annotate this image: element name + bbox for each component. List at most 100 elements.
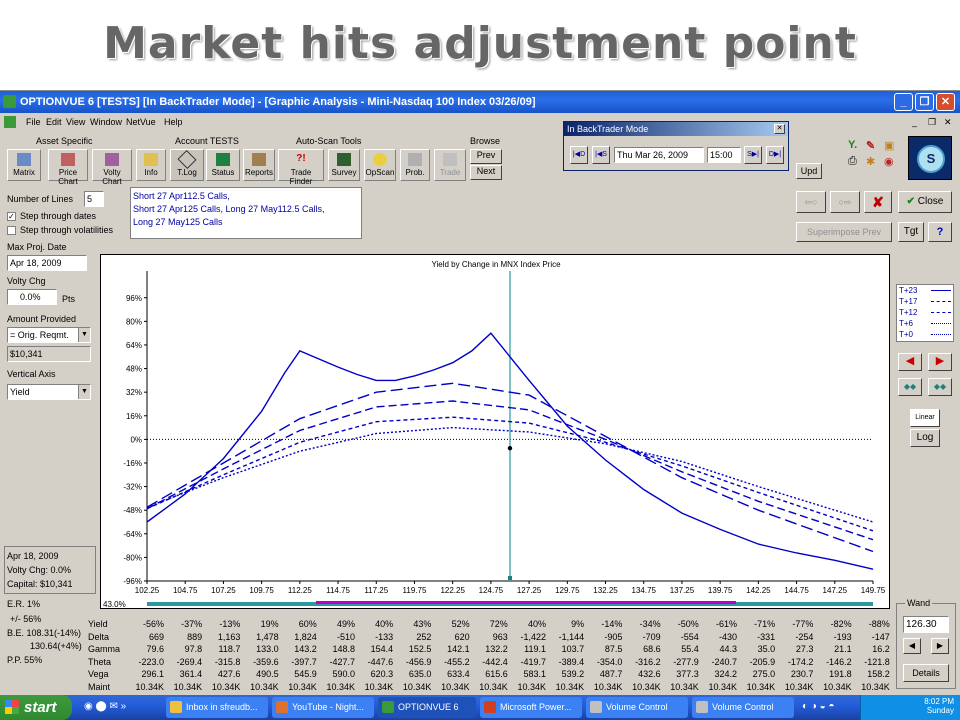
task-volume-1[interactable]: Volume Control: [586, 697, 688, 718]
doc-icon: [4, 116, 16, 128]
step-vols-checkbox[interactable]: [7, 226, 16, 235]
position-line: Long 27 May125 Calls: [133, 217, 223, 227]
trade-finder-button[interactable]: ?! Trade Finder: [278, 149, 324, 186]
arrows-collapse-icon[interactable]: ◆◆: [898, 378, 922, 396]
edit-icon[interactable]: ✎: [866, 139, 875, 152]
arrow-left-red-icon[interactable]: ◀: [898, 353, 922, 371]
table-cell: 44.3: [719, 644, 737, 654]
status-button[interactable]: Status: [206, 149, 240, 181]
chevron-down-icon[interactable]: ▼: [78, 328, 90, 342]
tgt-button[interactable]: Tgt: [898, 222, 924, 242]
max-proj-input[interactable]: Apr 18, 2009: [7, 255, 87, 271]
linear-button[interactable]: Linear: [910, 409, 940, 427]
er-label: E.R. 1%: [7, 599, 41, 609]
arrow-right-disabled-icon[interactable]: ○⇨: [830, 191, 860, 213]
menu-netvue[interactable]: NetVue: [126, 113, 156, 131]
price-chart-button[interactable]: Price Chart: [48, 149, 88, 186]
alert-icon[interactable]: ◉: [884, 155, 894, 168]
table-cell: 97.8: [184, 644, 203, 654]
menu-help[interactable]: Help: [164, 113, 183, 131]
tlog-button[interactable]: T.Log: [170, 149, 204, 181]
quicklaunch-icons[interactable]: ◉ ⬤ ✉ »: [84, 701, 126, 712]
x-tick-label: 114.75: [326, 586, 350, 595]
superimpose-prev-button[interactable]: Superimpose Prev: [796, 222, 892, 242]
help-button[interactable]: ?: [928, 222, 952, 242]
menu-window[interactable]: Window: [90, 113, 122, 131]
task-volume-2[interactable]: Volume Control: [692, 697, 794, 718]
matrix-button[interactable]: Matrix: [7, 149, 41, 181]
delete-icon[interactable]: ✘: [864, 191, 892, 213]
prob-button[interactable]: Prob.: [400, 149, 430, 181]
arrow-left-disabled-icon[interactable]: ⇦○: [796, 191, 826, 213]
print-icon[interactable]: ⎙: [848, 155, 857, 168]
table-cell: -430: [718, 631, 737, 642]
trade-button[interactable]: Trade: [434, 149, 466, 181]
table-cell: 10.34K: [135, 681, 164, 692]
wand-price-input[interactable]: 126.30: [903, 616, 949, 633]
table-cell: 49%: [336, 619, 355, 629]
volty-chart-button[interactable]: Volty Chart: [92, 149, 132, 186]
wand-left-icon[interactable]: ◀: [903, 638, 921, 654]
table-cell: -709: [642, 631, 661, 642]
pp-label: P.P. 55%: [7, 655, 43, 665]
step-back-session-button[interactable]: |◀S: [592, 146, 610, 164]
browse-prev-button[interactable]: Prev: [470, 149, 502, 164]
amount-select[interactable]: = Orig. Reqmt. ▼: [7, 327, 91, 343]
pm-label: +/- 56%: [10, 614, 42, 624]
table-cell: 43%: [413, 619, 432, 629]
chevron-down-icon[interactable]: ▼: [78, 385, 90, 399]
positions-list[interactable]: Short 27 Apr112.5 Calls, Short 27 Apr125…: [130, 187, 362, 239]
backtrader-time-field[interactable]: 15:00: [707, 147, 741, 163]
settings-icon[interactable]: ✱: [866, 155, 875, 168]
restore-button[interactable]: ❐: [915, 93, 934, 111]
table-cell: 16.2: [872, 644, 890, 654]
table-cell: 620: [454, 631, 470, 642]
info-button[interactable]: Info: [136, 149, 166, 181]
details-button[interactable]: Details: [903, 664, 949, 682]
backtrader-title: In BackTrader Mode: [564, 122, 788, 136]
table-cell: 10.34K: [364, 681, 394, 692]
close-window-button[interactable]: ✕: [936, 93, 955, 111]
step-fwd-day-button[interactable]: D▶|: [766, 146, 784, 164]
log-button[interactable]: Log: [910, 429, 940, 447]
task-powerpoint[interactable]: Microsoft Power...: [480, 697, 582, 718]
step-dates-checkbox[interactable]: ✓: [7, 212, 16, 221]
table-cell: -56%: [142, 619, 164, 629]
volty-chg-input[interactable]: 0.0%: [7, 289, 57, 305]
mdi-minimize-icon[interactable]: _: [912, 113, 917, 131]
task-optionvue[interactable]: OPTIONVUE 6: [378, 697, 476, 718]
opscan-button[interactable]: OpScan: [364, 149, 396, 181]
browse-next-button[interactable]: Next: [470, 165, 502, 180]
status-icon: [216, 153, 230, 166]
menu-view[interactable]: View: [66, 113, 85, 131]
upd-button[interactable]: Upd: [796, 163, 822, 179]
legend-label: T+17: [899, 297, 918, 306]
backtrader-close-button[interactable]: ✕: [774, 124, 785, 134]
vertical-axis-select[interactable]: Yield ▼: [7, 384, 91, 400]
minimize-button[interactable]: _: [894, 93, 913, 111]
step-fwd-session-button[interactable]: S▶|: [744, 146, 762, 164]
start-button[interactable]: start: [0, 695, 72, 720]
table-column: 19% 1,478 133.0 -359.6 490.5 10.34K: [241, 618, 279, 693]
mdi-restore-icon[interactable]: ❐: [928, 113, 936, 131]
num-lines-input[interactable]: 5: [84, 191, 104, 207]
mdi-close-icon[interactable]: ✕: [944, 113, 952, 131]
table-cell: -121.8: [864, 656, 890, 667]
tray-app-icons[interactable]: ◐ ◑ ◒ ◓: [802, 701, 835, 712]
menu-file[interactable]: File: [26, 113, 41, 131]
wand-right-icon[interactable]: ▶: [931, 638, 949, 654]
menu-edit[interactable]: Edit: [46, 113, 62, 131]
table-cell: 963: [492, 631, 508, 642]
task-youtube[interactable]: YouTube - Night...: [272, 697, 374, 718]
table-cell: -37%: [181, 619, 203, 629]
close-button[interactable]: ✔ Close: [898, 191, 952, 213]
arrows-expand-icon[interactable]: ◆◆: [928, 378, 952, 396]
reports-button[interactable]: Reports: [243, 149, 275, 181]
arrow-right-red-icon[interactable]: ▶: [928, 353, 952, 371]
backtrader-date-field[interactable]: Thu Mar 26, 2009: [614, 147, 704, 163]
task-inbox[interactable]: Inbox in sfreudb...: [166, 697, 268, 718]
yahoo-icon[interactable]: Y.: [848, 139, 857, 151]
survey-button[interactable]: Survey: [328, 149, 360, 181]
calendar-icon[interactable]: ▣: [884, 139, 894, 152]
step-back-day-button[interactable]: |◀D: [570, 146, 588, 164]
